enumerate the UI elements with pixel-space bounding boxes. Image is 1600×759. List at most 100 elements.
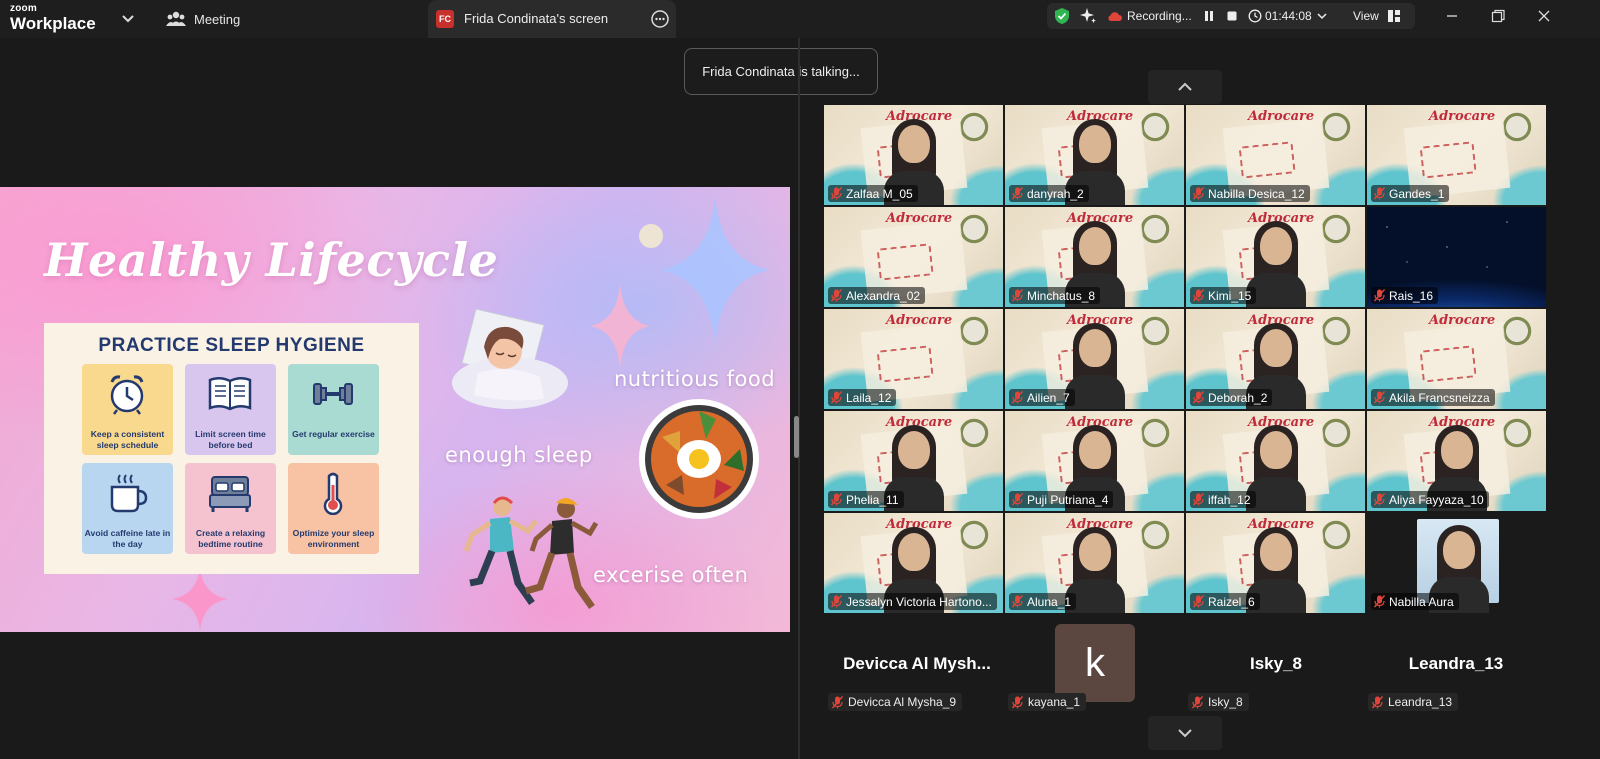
participant-tile[interactable]: Adrocare Nabilla Desica_12 — [1186, 105, 1365, 205]
participant-tile[interactable]: Adrocare Puji Putriana_4 — [1005, 411, 1184, 511]
participant-tile[interactable]: Adrocare Phelia_11 — [824, 411, 1003, 511]
participants-icon — [166, 11, 186, 26]
hygiene-item-exercise — [288, 364, 379, 455]
participant-name: danyrah_2 — [1027, 186, 1084, 201]
participant-tile[interactable]: Adrocare Ailien_7 — [1005, 309, 1184, 409]
sleep-hygiene-card: PRACTICE SLEEP HYGIENE Keep a consistent… — [44, 323, 419, 574]
participant-tile[interactable]: Adrocare Deborah_2 — [1186, 309, 1365, 409]
mic-muted-icon — [831, 289, 842, 302]
participant-name-tag: danyrah_2 — [1009, 185, 1089, 202]
sparkle-icon — [660, 195, 770, 345]
chevron-down-icon[interactable] — [1315, 9, 1329, 23]
participant-name: Rais_16 — [1389, 288, 1434, 303]
participant-tile[interactable]: Adrocare Minchatus_8 — [1005, 207, 1184, 307]
participant-name: iffah_12 — [1208, 492, 1251, 507]
participant-tile[interactable]: Adrocare Jessalyn Victoria Hartono... — [824, 513, 1003, 613]
participant-name-tag: Puji Putriana_4 — [1009, 491, 1114, 508]
background-brand: Adrocare — [1429, 109, 1496, 124]
mic-muted-icon — [1374, 493, 1385, 506]
participant-tile[interactable]: Adrocare Laila_12 — [824, 309, 1003, 409]
view-button[interactable]: View — [1353, 9, 1379, 23]
participant-tile[interactable]: Adrocare danyrah_2 — [1005, 105, 1184, 205]
participant-name: Gandes_1 — [1389, 186, 1445, 201]
participant-name: Akila Francsneizza — [1389, 390, 1490, 405]
participant-name: Nabilla Desica_12 — [1208, 186, 1305, 201]
recording-label: Recording... — [1127, 9, 1192, 23]
mic-muted-icon — [1374, 289, 1385, 302]
pause-recording-button[interactable] — [1202, 9, 1216, 23]
mic-muted-icon — [1012, 595, 1023, 608]
glow-dot-icon — [639, 224, 663, 248]
mic-muted-icon — [831, 187, 842, 200]
sleep-hygiene-title: PRACTICE SLEEP HYGIENE — [98, 335, 365, 356]
food-bowl-illustration — [639, 399, 759, 519]
mic-muted-icon — [1012, 493, 1023, 506]
title-bar: zoom Workplace Meeting FC Frida Condinat… — [0, 0, 1600, 38]
participant-tile[interactable]: Adrocare Gandes_1 — [1367, 105, 1546, 205]
resize-handle[interactable] — [794, 416, 799, 458]
runners-illustration — [463, 496, 599, 610]
mic-muted-icon — [1193, 493, 1204, 506]
mic-muted-icon — [832, 695, 843, 708]
mic-muted-icon — [831, 391, 842, 404]
participant-tile[interactable]: Nabilla Aura — [1367, 513, 1546, 613]
grid-view-icon[interactable] — [1387, 9, 1401, 23]
caption-enough-sleep: enough sleep — [445, 443, 593, 467]
tab-shared-screen-label: Frida Condinata's screen — [464, 11, 609, 26]
participant-tile[interactable]: Adrocare Zalfaa M_05 — [824, 105, 1003, 205]
chevron-down-icon — [1178, 729, 1192, 738]
restore-button[interactable] — [1488, 6, 1508, 26]
audio-participant-name: Leandra_13 — [1408, 654, 1504, 673]
shield-check-icon[interactable] — [1053, 7, 1071, 25]
profile-photo — [1417, 519, 1499, 613]
minimize-button[interactable] — [1442, 6, 1462, 26]
avatar: k — [1055, 624, 1135, 702]
stop-recording-button[interactable] — [1225, 9, 1239, 23]
more-options-icon[interactable] — [650, 9, 670, 29]
background-brand: Adrocare — [1429, 313, 1496, 328]
participant-name: Leandra_13 — [1388, 695, 1453, 709]
participant-tile[interactable]: Adrocare Kimi_15 — [1186, 207, 1365, 307]
chevron-down-icon[interactable] — [118, 8, 138, 28]
shared-screen-content: Healthy Lifecycle PRACTICE SLEEP HYGIENE — [0, 187, 790, 632]
alarm-clock-icon — [110, 375, 144, 415]
active-speaker-toast: Frida Condinata is talking... — [684, 48, 878, 95]
mic-muted-icon — [1374, 391, 1385, 404]
participant-name-tag: Gandes_1 — [1371, 185, 1450, 202]
audio-participant-name: Devicca Al Mysh... — [843, 654, 991, 673]
gallery-scroll-down-button[interactable] — [1148, 716, 1222, 750]
participant-tile[interactable]: Adrocare Aluna_1 — [1005, 513, 1184, 613]
hygiene-label: Limit screen time before bed — [195, 429, 266, 450]
ai-companion-icon[interactable] — [1079, 7, 1097, 25]
participant-name-tag: Ailien_7 — [1009, 389, 1075, 406]
participant-name-tag: Isky_8 — [1188, 693, 1249, 711]
participant-tile[interactable]: Adrocare Aliya Fayyaza_10 — [1367, 411, 1546, 511]
participant-tile[interactable]: Adrocare Raizel_6 — [1186, 513, 1365, 613]
tab-meeting-label: Meeting — [194, 11, 241, 27]
mic-muted-icon — [1193, 391, 1204, 404]
participant-tile[interactable]: Rais_16 — [1367, 207, 1546, 307]
mic-muted-icon — [1192, 695, 1203, 708]
participant-name-tag: Aliya Fayyaza_10 — [1371, 491, 1489, 508]
participant-tile[interactable]: Adrocare Alexandra_02 — [824, 207, 1003, 307]
participant-name-tag: Deborah_2 — [1190, 389, 1273, 406]
participant-tile[interactable]: Adrocare Akila Francsneizza — [1367, 309, 1546, 409]
sleeping-person-illustration — [452, 308, 568, 409]
participant-name-tag: Leandra_13 — [1368, 693, 1459, 711]
close-button[interactable] — [1534, 6, 1554, 26]
mic-muted-icon — [1374, 595, 1385, 608]
participant-name-tag: Alexandra_02 — [828, 287, 926, 304]
bed-icon — [209, 476, 251, 512]
participant-name-tag: Jessalyn Victoria Hartono... — [828, 593, 997, 610]
cloud-recording-icon — [1108, 12, 1122, 21]
tab-meeting[interactable]: Meeting — [166, 6, 240, 32]
gallery-scroll-up-button[interactable] — [1148, 70, 1222, 104]
book-icon — [208, 377, 252, 411]
participant-tile[interactable]: Adrocare iffah_12 — [1186, 411, 1365, 511]
zoom-logo: zoom Workplace — [10, 4, 96, 33]
tab-shared-screen[interactable]: FC Frida Condinata's screen — [428, 0, 676, 38]
participant-name-tag: Minchatus_8 — [1009, 287, 1101, 304]
chevron-up-icon — [1178, 82, 1192, 91]
mic-muted-icon — [1374, 187, 1385, 200]
background-brand: Adrocare — [886, 313, 953, 328]
